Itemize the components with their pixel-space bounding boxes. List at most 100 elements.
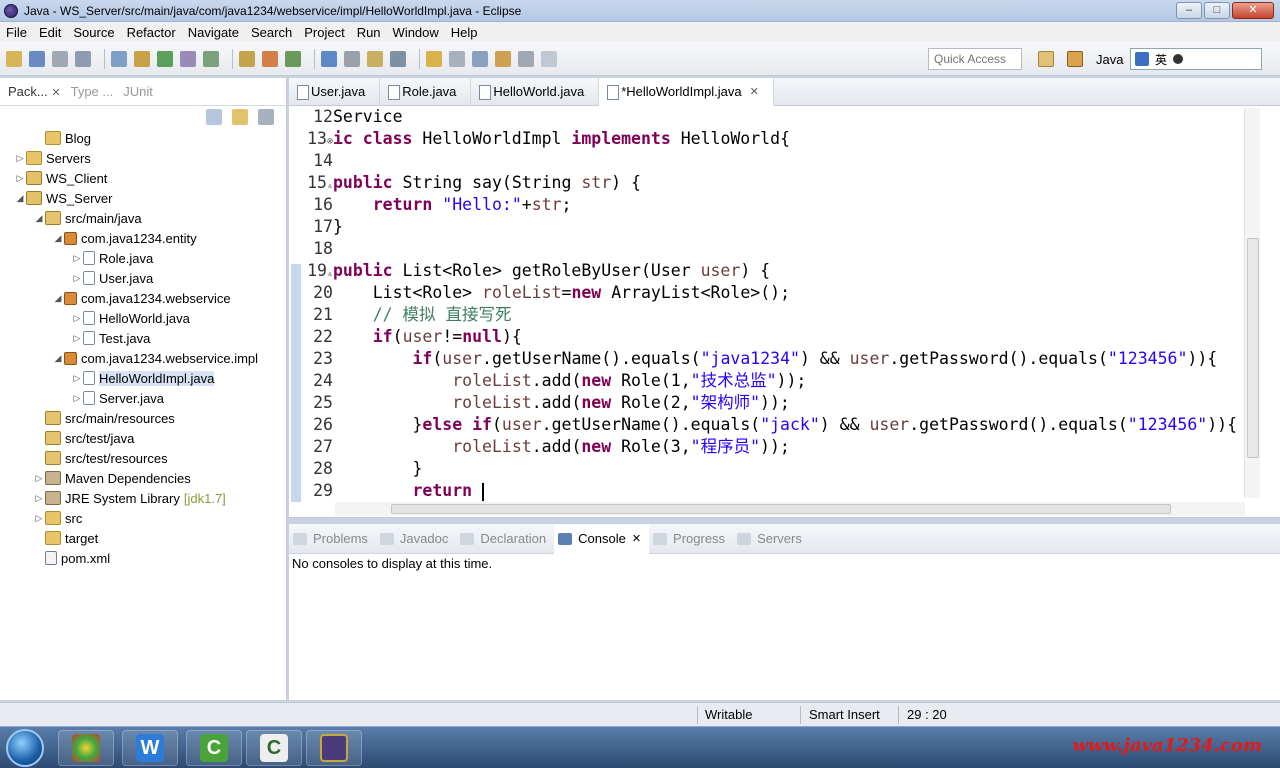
expand-arrow-icon[interactable]: ▷ xyxy=(33,493,45,504)
expand-arrow-icon[interactable]: ◢ xyxy=(33,213,45,224)
code-line[interactable]: 22 if(user!=null){ xyxy=(289,326,1249,348)
code-line[interactable]: 21 // 模拟 直接写死 xyxy=(289,304,1249,326)
maximize-button[interactable]: □ xyxy=(1204,2,1230,19)
tree-item[interactable]: ◢ com.java1234.entity xyxy=(52,228,197,248)
expand-arrow-icon[interactable]: ▷ xyxy=(14,153,26,164)
taskbar-camtasia-1[interactable]: C xyxy=(186,730,242,766)
tab-problems[interactable]: Problems xyxy=(289,524,376,554)
menu-refactor[interactable]: Refactor xyxy=(127,25,176,40)
code-area[interactable]: 12 Service 13⊗ ic class HelloWorldImpl impl… xyxy=(289,106,1249,502)
tab-console[interactable]: Console ✕ xyxy=(554,523,650,554)
expand-arrow-icon[interactable]: ▷ xyxy=(71,313,83,324)
perspective-switcher[interactable]: Java xyxy=(1038,46,1123,72)
expand-arrow-icon[interactable]: ◢ xyxy=(52,293,64,304)
taskbar-word[interactable]: W xyxy=(122,730,178,766)
tree-item[interactable]: ▷ src xyxy=(33,508,83,528)
tree-item[interactable]: ▷ Test.java xyxy=(71,328,151,348)
taskbar-eclipse[interactable] xyxy=(306,730,362,766)
toggle-breakpoint-icon[interactable] xyxy=(111,50,127,67)
tab-declaration[interactable]: Declaration xyxy=(456,524,554,554)
tab-package-explorer[interactable]: Pack... ✕ xyxy=(8,84,61,99)
tab-type-hierarchy[interactable]: Type ... xyxy=(71,84,114,99)
tree-item[interactable]: ◢ com.java1234.webservice xyxy=(52,288,231,308)
tree-item[interactable]: ▷ HelloWorld.java xyxy=(71,308,190,328)
editor-tab[interactable]: HelloWorld.java xyxy=(471,77,600,106)
close-icon[interactable]: ✕ xyxy=(750,85,759,98)
minimize-button[interactable]: – xyxy=(1176,2,1202,19)
expand-arrow-icon[interactable]: ▷ xyxy=(71,253,83,264)
save-icon[interactable] xyxy=(29,50,45,67)
editor-tab[interactable]: Role.java xyxy=(380,77,472,106)
expand-arrow-icon[interactable]: ▷ xyxy=(71,393,83,404)
back-icon[interactable] xyxy=(495,50,511,67)
code-line[interactable]: 12 Service xyxy=(289,106,1249,128)
code-line[interactable]: 17} xyxy=(289,216,1249,238)
open-perspective-icon[interactable] xyxy=(1038,51,1054,67)
expand-arrow-icon[interactable]: ▷ xyxy=(71,273,83,284)
start-button[interactable] xyxy=(6,729,44,767)
code-line[interactable]: 27 roleList.add(new Role(3,"程序员")); xyxy=(289,436,1249,458)
tree-item[interactable]: ▷ Maven Dependencies xyxy=(33,468,191,488)
code-line[interactable]: 16 return "Hello:"+str; xyxy=(289,194,1249,216)
code-line[interactable]: 29 return xyxy=(289,480,1249,502)
tree-item[interactable]: ▷ Server.java xyxy=(71,388,165,408)
tab-servers[interactable]: Servers xyxy=(733,524,810,554)
tree-item[interactable]: ▷ HelloWorldImpl.java xyxy=(71,368,215,388)
tree-item[interactable]: ▷ Servers xyxy=(14,148,91,168)
close-icon[interactable]: ✕ xyxy=(632,532,641,545)
tree-item[interactable]: ▷ Role.java xyxy=(71,248,154,268)
expand-arrow-icon[interactable]: ▷ xyxy=(33,473,45,484)
expand-arrow-icon[interactable]: ▷ xyxy=(14,173,26,184)
print-icon[interactable] xyxy=(75,50,91,67)
ime-mode-label[interactable]: 英 xyxy=(1155,51,1167,68)
tree-item[interactable]: ▷ JRE System Library [jdk1.7] xyxy=(33,488,226,508)
java-perspective-label[interactable]: Java xyxy=(1096,52,1123,67)
menu-help[interactable]: Help xyxy=(451,25,478,40)
new-package-icon[interactable] xyxy=(344,50,360,67)
menu-file[interactable]: File xyxy=(6,25,27,40)
new-icon[interactable] xyxy=(6,50,22,67)
code-line[interactable]: 14 xyxy=(289,150,1249,172)
code-line[interactable]: 26 }else if(user.getUserName().equals("j… xyxy=(289,414,1249,436)
menu-edit[interactable]: Edit xyxy=(39,25,61,40)
annotation-icon[interactable] xyxy=(449,50,465,67)
tree-item[interactable]: target xyxy=(33,528,98,548)
code-line[interactable]: 13⊗ ic class HelloWorldImpl implements He… xyxy=(289,128,1249,150)
debug-icon[interactable] xyxy=(239,50,255,67)
code-line[interactable]: 18 xyxy=(289,238,1249,260)
open-type-icon[interactable] xyxy=(390,50,406,67)
expand-arrow-icon[interactable]: ▷ xyxy=(71,333,83,344)
show-whitespace-icon[interactable] xyxy=(203,50,219,67)
editor-tab[interactable]: *HelloWorldImpl.java ✕ xyxy=(599,77,774,106)
collapse-all-icon[interactable] xyxy=(206,109,222,125)
external-tools-icon[interactable] xyxy=(285,50,301,67)
tree-item[interactable]: src/main/resources xyxy=(33,408,175,428)
code-line[interactable]: 23 if(user.getUserName().equals("java123… xyxy=(289,348,1249,370)
run-icon[interactable] xyxy=(262,50,278,67)
menu-window[interactable]: Window xyxy=(393,25,439,40)
new-class-icon[interactable] xyxy=(367,50,383,67)
code-line[interactable]: 15▵ public String say(String str) { xyxy=(289,172,1249,194)
code-line[interactable]: 19▵ public List<Role> getRoleByUser(User … xyxy=(289,260,1249,282)
forward-icon[interactable] xyxy=(518,50,534,67)
menu-navigate[interactable]: Navigate xyxy=(188,25,239,40)
tree-item[interactable]: pom.xml xyxy=(33,548,110,568)
expand-arrow-icon[interactable]: ▷ xyxy=(71,373,83,384)
code-line[interactable]: 28 } xyxy=(289,458,1249,480)
tree-item[interactable]: Blog xyxy=(33,128,91,148)
vertical-scrollbar[interactable] xyxy=(1244,108,1260,498)
menu-run[interactable]: Run xyxy=(357,25,381,40)
code-line[interactable]: 20 List<Role> roleList=new ArrayList<Rol… xyxy=(289,282,1249,304)
tree-item[interactable]: src/test/java xyxy=(33,428,134,448)
expand-arrow-icon[interactable]: ◢ xyxy=(52,353,64,364)
menu-project[interactable]: Project xyxy=(304,25,344,40)
skip-breakpoints-icon[interactable] xyxy=(134,50,150,67)
tree-item[interactable]: ▷ User.java xyxy=(71,268,154,288)
horizontal-scrollbar[interactable] xyxy=(335,502,1245,516)
taskbar-app-1[interactable] xyxy=(58,730,114,766)
expand-arrow-icon[interactable]: ◢ xyxy=(14,193,26,204)
block-select-icon[interactable] xyxy=(180,50,196,67)
close-button[interactable]: ✕ xyxy=(1232,2,1274,19)
menu-source[interactable]: Source xyxy=(73,25,114,40)
code-line[interactable]: 24 roleList.add(new Role(1,"技术总监")); xyxy=(289,370,1249,392)
